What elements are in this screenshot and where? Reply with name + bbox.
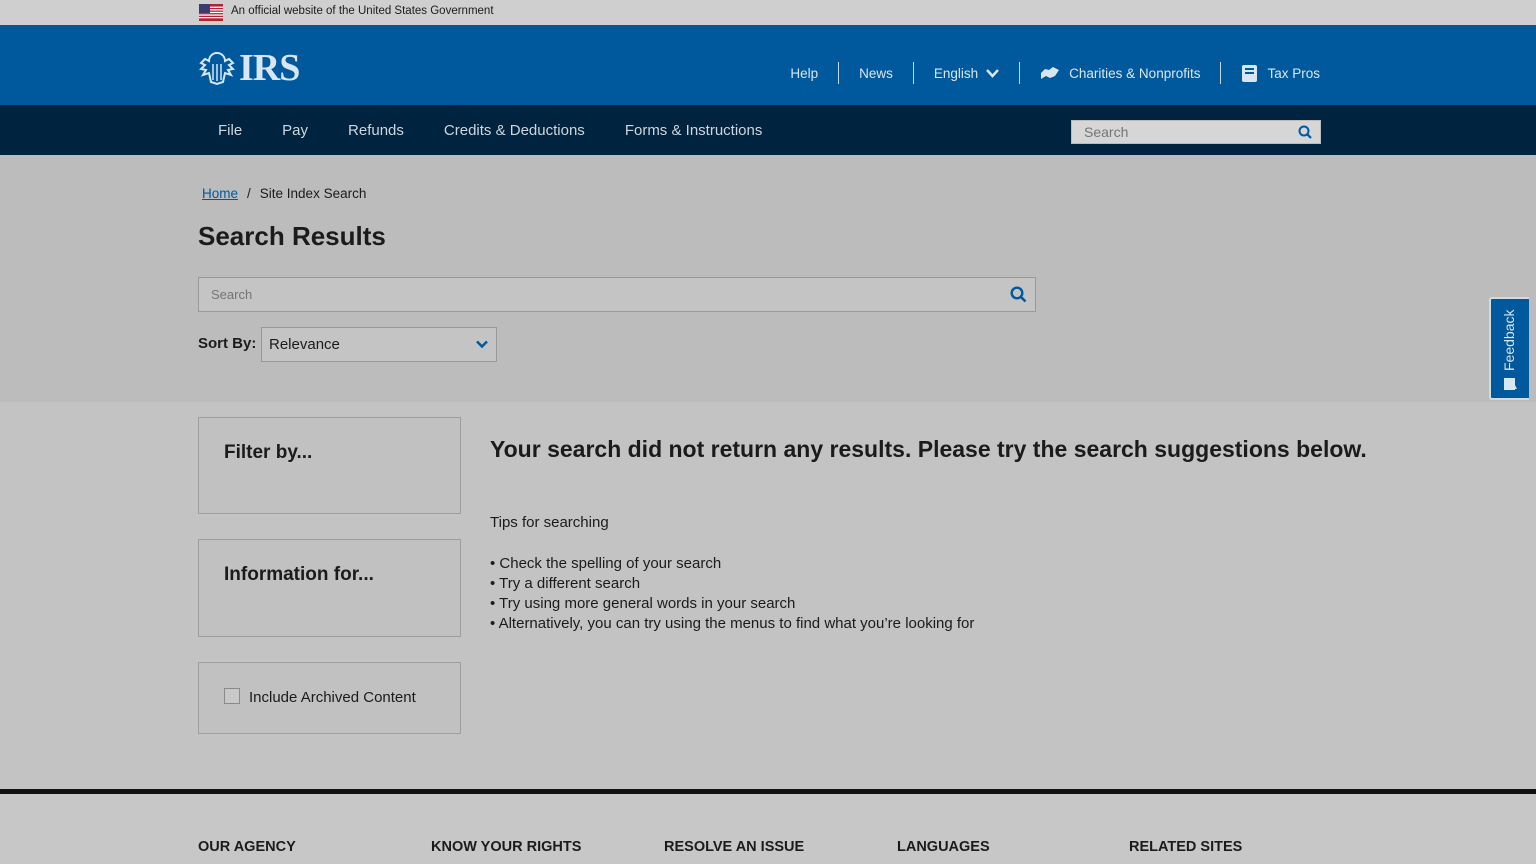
site-footer: OUR AGENCY KNOW YOUR RIGHTS RESOLVE AN I…	[0, 794, 1536, 864]
breadcrumb: Home / Site Index Search	[202, 186, 366, 201]
tax-pros-link[interactable]: Tax Pros	[1221, 62, 1320, 84]
nav-file[interactable]: File	[198, 122, 262, 139]
tip-item: • Try using more general words in your s…	[490, 595, 796, 612]
us-flag-icon	[199, 4, 223, 21]
sort-selected-value: Relevance	[269, 336, 340, 353]
header-search-input[interactable]	[1072, 121, 1292, 143]
site-search-button[interactable]	[1010, 286, 1027, 308]
tip-item: • Try a different search	[490, 575, 641, 592]
utility-nav: Help News English Charities & Nonprofits…	[770, 62, 1320, 84]
feedback-label: Feedback	[1501, 309, 1517, 371]
results-area: Filter by... Information for... Include …	[0, 402, 1536, 790]
footer-heading-our-agency: OUR AGENCY	[198, 839, 296, 855]
site-search-input[interactable]	[199, 278, 989, 311]
main-nav: File Pay Refunds Credits & Deductions Fo…	[0, 105, 1536, 155]
chevron-down-icon	[986, 68, 1000, 78]
archived-panel: Include Archived Content	[198, 662, 461, 734]
breadcrumb-home[interactable]: Home	[202, 186, 238, 201]
book-icon	[1242, 64, 1258, 82]
news-label: News	[859, 65, 893, 81]
footer-heading-languages: LANGUAGES	[897, 839, 990, 855]
tip-item: • Alternatively, you can try using the m…	[490, 615, 975, 632]
help-link[interactable]: Help	[770, 62, 840, 84]
language-select[interactable]: English	[914, 62, 1021, 84]
footer-heading-resolve-an-issue: RESOLVE AN ISSUE	[664, 839, 805, 855]
feedback-icon	[1504, 378, 1517, 390]
no-results-message: Your search did not return any results. …	[490, 436, 1367, 462]
archived-label[interactable]: Include Archived Content	[249, 689, 416, 706]
gov-banner: An official website of the United States…	[0, 0, 1536, 25]
header-search-button[interactable]	[1298, 125, 1312, 144]
nav-refunds[interactable]: Refunds	[328, 122, 424, 139]
site-header: IRS Help News English Charities & Nonpro…	[0, 25, 1536, 105]
breadcrumb-current: Site Index Search	[259, 186, 367, 201]
tips-title: Tips for searching	[490, 514, 609, 531]
sort-select[interactable]: Relevance	[261, 327, 497, 362]
archived-checkbox[interactable]	[224, 688, 240, 704]
tip-item: • Check the spelling of your search	[490, 555, 722, 572]
page-title: Search Results	[198, 221, 386, 251]
information-title: Information for...	[224, 564, 374, 585]
logo-text: IRS	[239, 47, 300, 89]
header-search	[1071, 120, 1321, 144]
chevron-down-icon	[476, 340, 488, 349]
charities-label: Charities & Nonprofits	[1069, 65, 1201, 81]
search-icon	[1010, 286, 1027, 303]
site-search	[198, 277, 1036, 312]
nav-forms-instructions[interactable]: Forms & Instructions	[605, 122, 783, 139]
filter-panel: Filter by...	[198, 417, 461, 514]
search-header-area: Home / Site Index Search Search Results …	[0, 155, 1536, 402]
information-panel: Information for...	[198, 539, 461, 637]
search-icon	[1298, 125, 1312, 139]
tips-list: • Check the spelling of your search • Tr…	[490, 554, 974, 634]
handshake-icon	[1041, 67, 1060, 79]
footer-heading-related-sites: RELATED SITES	[1129, 839, 1243, 855]
help-label: Help	[790, 65, 819, 81]
charities-link[interactable]: Charities & Nonprofits	[1020, 62, 1222, 84]
sort-label: Sort By:	[198, 335, 257, 352]
eagle-icon	[199, 51, 235, 86]
nav-pay[interactable]: Pay	[262, 122, 328, 139]
language-label: English	[933, 65, 979, 81]
feedback-tab[interactable]: Feedback	[1489, 297, 1529, 400]
gov-banner-text: An official website of the United States…	[231, 5, 494, 17]
irs-logo[interactable]: IRS	[199, 49, 303, 87]
nav-credits-deductions[interactable]: Credits & Deductions	[424, 122, 605, 139]
footer-heading-know-your-rights: KNOW YOUR RIGHTS	[431, 839, 582, 855]
breadcrumb-separator: /	[247, 186, 251, 201]
tax-pros-label: Tax Pros	[1267, 65, 1320, 81]
filter-title: Filter by...	[224, 442, 313, 463]
news-link[interactable]: News	[839, 62, 914, 84]
